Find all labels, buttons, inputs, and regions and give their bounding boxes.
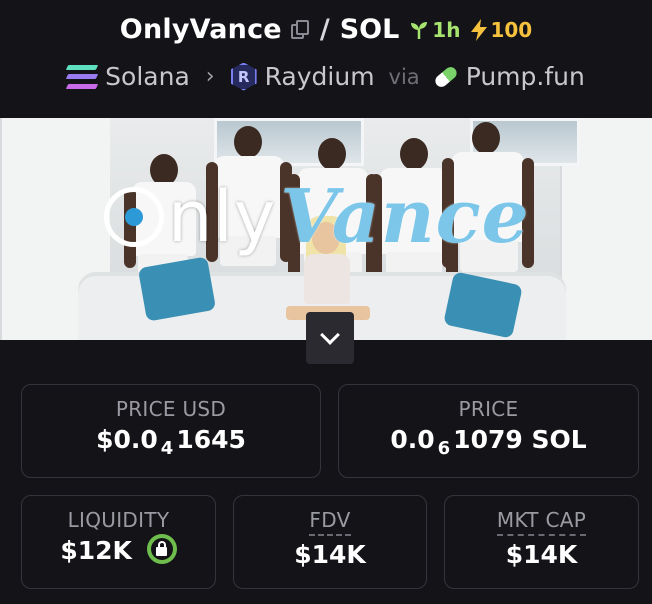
fdv-label-wrap: FDV: [234, 508, 426, 536]
raydium-icon: R: [230, 62, 257, 91]
via-label: via: [388, 64, 420, 89]
price-usd-value: $0.0 4 1645: [22, 425, 320, 459]
chevron-down-icon: [320, 325, 340, 345]
launchpad-link[interactable]: Pump.fun: [466, 62, 585, 91]
price-native-label: PRICE: [458, 397, 519, 421]
quote-token: SOL: [339, 14, 400, 45]
chain-link[interactable]: Solana: [105, 62, 190, 91]
price-usd-digits: 1645: [176, 425, 246, 454]
liquidity-label: LIQUIDITY: [67, 508, 170, 532]
fdv-label[interactable]: FDV: [309, 508, 351, 536]
copy-icon[interactable]: [290, 19, 310, 40]
pair-title-row: OnlyVance / SOL 1h 100: [0, 14, 652, 45]
liquidity-value-row: $12K: [22, 534, 215, 567]
token-name: OnlyVance: [119, 14, 282, 45]
banner-logo: nly Vance: [104, 174, 530, 260]
boost-count-text: 100: [490, 17, 533, 42]
pill-icon: [432, 64, 459, 89]
solana-icon: [66, 64, 99, 89]
price-usd-label: PRICE USD: [115, 397, 227, 421]
mkt-cap-label[interactable]: MKT CAP: [496, 508, 587, 536]
dex-link[interactable]: Raydium: [265, 62, 375, 91]
price-native-prefix: 0.0: [390, 425, 435, 454]
chevron-right-icon: ›: [205, 64, 215, 89]
price-native-digits: 1079 SOL: [453, 425, 587, 454]
logo-vance-text: Vance: [280, 174, 530, 260]
liquidity-card: LIQUIDITY $12K: [21, 495, 216, 589]
lightning-icon: [471, 18, 488, 41]
mkt-cap-card: MKT CAP $14K: [444, 495, 639, 589]
pair-age-text: 1h: [432, 17, 461, 42]
chain-breadcrumb: Solana › R Raydium via Pump.fun: [0, 62, 652, 91]
lock-icon[interactable]: [146, 534, 177, 564]
seedling-icon: [411, 21, 428, 39]
boost-count[interactable]: 100: [470, 18, 532, 42]
price-native-zero-count: 6: [437, 438, 451, 459]
price-usd-card: PRICE USD $0.0 4 1645: [21, 384, 321, 478]
token-banner-image: nly Vance: [0, 118, 652, 340]
mkt-cap-value: $14K: [505, 540, 578, 569]
logo-only-text: nly: [168, 176, 277, 258]
price-native-value: 0.0 6 1079 SOL: [339, 425, 638, 459]
fdv-value: $14K: [294, 540, 366, 569]
logo-o: [104, 187, 164, 247]
fdv-card: FDV $14K: [233, 495, 427, 589]
price-native-card: PRICE 0.0 6 1079 SOL: [338, 384, 639, 478]
price-usd-zero-count: 4: [160, 438, 174, 459]
stats-panel: PRICE USD $0.0 4 1645 PRICE 0.0 6 1079 SOL L…: [0, 340, 652, 604]
expand-banner-button[interactable]: [306, 312, 354, 364]
pair-header: OnlyVance / SOL 1h 100 Solana › R Raydiu…: [0, 0, 652, 118]
pair-separator: /: [319, 14, 330, 45]
mkt-cap-label-wrap: MKT CAP: [445, 508, 638, 536]
price-usd-prefix: $0.0: [96, 425, 158, 454]
pair-age: 1h: [409, 18, 460, 42]
liquidity-value: $12K: [60, 536, 132, 565]
